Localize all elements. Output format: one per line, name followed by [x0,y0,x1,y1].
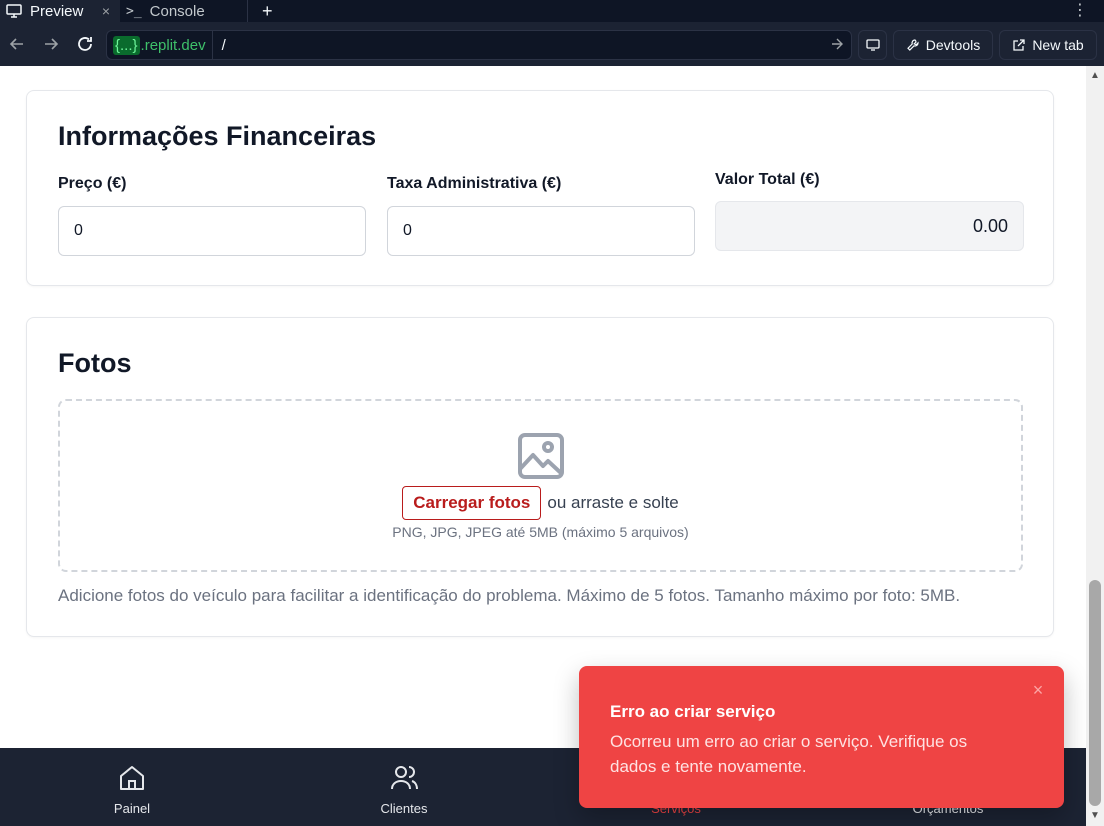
wrench-icon [906,39,919,51]
terminal-icon: >_ [126,3,142,19]
image-icon [518,433,564,479]
upload-photos-button[interactable]: Carregar fotos [402,486,542,520]
devtools-label: Devtools [925,37,981,53]
forward-button[interactable] [34,22,68,66]
new-tab-label: New tab [1032,37,1084,53]
tab-console[interactable]: >_ Console [120,0,248,22]
devtools-button[interactable]: Devtools [893,30,993,60]
tab-console-label: Console [149,2,205,20]
drag-drop-text: ou arraste e solte [547,493,679,512]
price-input[interactable]: 0 [58,206,366,256]
photos-help-text: Adicione fotos do veículo para facilitar… [58,586,961,605]
nav-item-painel[interactable]: Painel [42,748,222,826]
error-toast: Erro ao criar serviço Ocorreu um erro ao… [579,666,1064,808]
reload-button[interactable] [68,22,102,66]
url-field[interactable]: {...} .replit.dev / [106,30,852,60]
arrow-left-icon [9,38,23,50]
back-button[interactable] [0,22,34,66]
tab-preview[interactable]: Preview × [0,0,120,22]
add-tab-button[interactable]: + [262,1,273,22]
admin-fee-input[interactable]: 0 [387,206,695,256]
go-arrow-icon[interactable] [831,37,843,53]
total-label: Valor Total (€) [715,171,820,188]
nav-item-clientes[interactable]: Clientes [314,748,494,826]
scroll-down-arrow-icon[interactable]: ▼ [1089,810,1101,824]
toast-description: Ocorreu um erro ao criar o serviço. Veri… [610,732,968,776]
nav-label-clientes: Clientes [380,801,428,816]
ide-tab-strip: Preview × >_ Console + ⋮ [0,0,1104,22]
financial-card: Informações Financeiras Preço (€) 0 Taxa… [26,90,1054,286]
price-label: Preço (€) [58,175,127,192]
file-type-hint: PNG, JPG, JPEG até 5MB (máximo 5 arquivo… [392,524,689,540]
url-path[interactable]: / [222,37,226,54]
toast-title: Erro ao criar serviço [610,702,776,721]
close-tab-icon[interactable]: × [102,3,110,19]
financial-title: Informações Financeiras [58,121,377,151]
home-icon [120,766,144,790]
host-braces: {...} [113,35,140,55]
users-icon [391,766,418,790]
admin-fee-label: Taxa Administrativa (€) [387,175,562,192]
url-host: {...} .replit.dev [107,31,213,59]
browser-toolbar: {...} .replit.dev / Devtools New tab [0,22,1104,66]
tab-preview-label: Preview [30,2,84,20]
toast-close-icon[interactable]: × [1030,681,1046,699]
total-value-field: 0.00 [715,201,1024,251]
new-tab-button[interactable]: New tab [999,30,1097,60]
reload-icon [78,37,92,51]
upload-row: Carregar fotos ou arraste e solte [60,486,1021,520]
photos-card: Fotos Carregar fotos ou arraste e solte … [26,317,1054,637]
external-link-icon [1013,39,1025,51]
photo-dropzone[interactable]: Carregar fotos ou arraste e solte PNG, J… [58,399,1023,572]
arrow-right-icon [45,38,59,50]
nav-label-painel: Painel [113,801,151,816]
page-scrollbar[interactable]: ▲ ▼ [1086,66,1104,826]
device-toggle-button[interactable] [858,30,887,60]
scroll-up-arrow-icon[interactable]: ▲ [1089,70,1101,84]
monitor-icon [6,4,22,18]
photos-title: Fotos [58,348,132,378]
host-domain: .replit.dev [140,36,206,54]
device-icon [865,39,880,51]
scrollbar-thumb[interactable] [1089,580,1101,806]
more-options-icon[interactable]: ⋮ [1072,0,1088,20]
